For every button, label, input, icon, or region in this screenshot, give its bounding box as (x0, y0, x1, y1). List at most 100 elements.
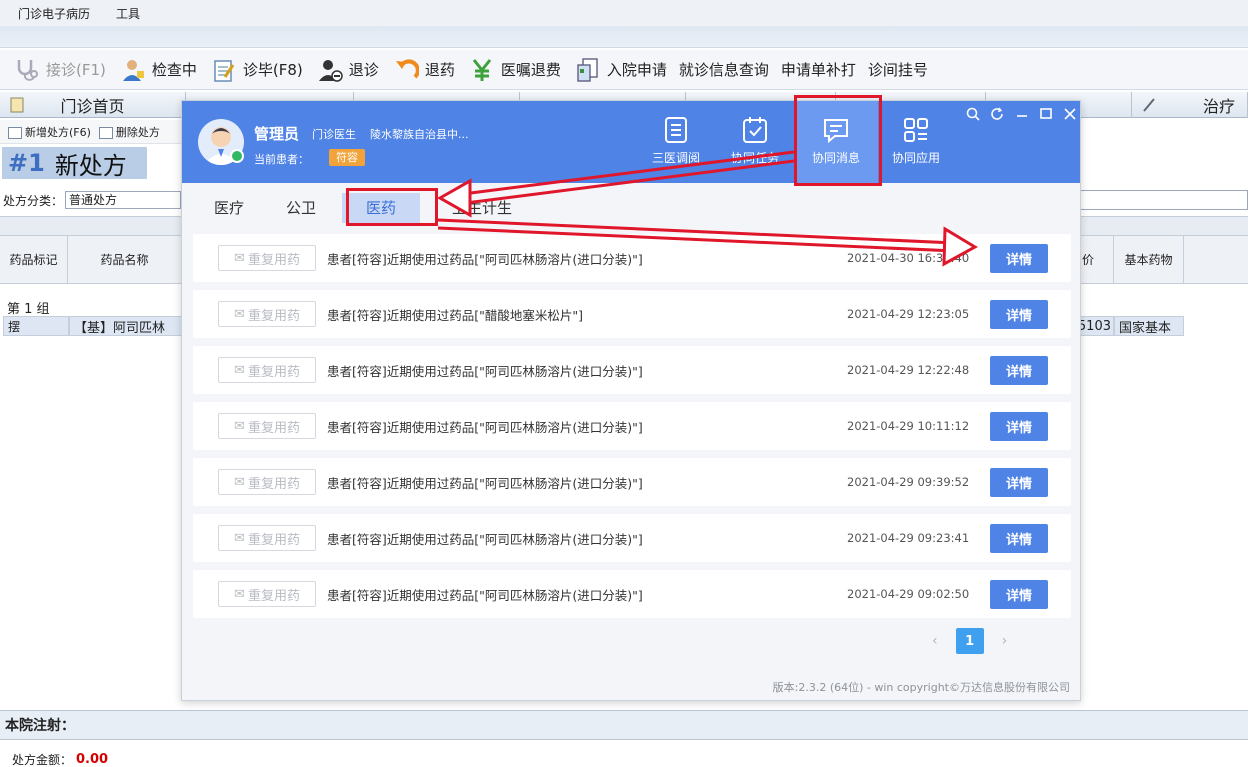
document-list-icon (665, 117, 687, 143)
patient-icon (118, 55, 148, 85)
detail-button[interactable]: 详情 (990, 524, 1048, 553)
refresh-icon[interactable] (990, 107, 1004, 121)
highlight-medicine-tab (346, 188, 438, 226)
injection-band: 本院注射： (0, 710, 1248, 740)
nav-collab-task[interactable]: 协同任务 (723, 115, 787, 171)
finish-button[interactable]: 诊毕(F8) (203, 52, 309, 88)
current-patient-label: 当前患者： (254, 153, 309, 166)
category-select[interactable]: 普通处方 (65, 191, 182, 209)
menu-tools[interactable]: 工具 (116, 5, 140, 22)
message-text: 患者[符容]近期使用过药品["阿司匹林肠溶片(进口分装)"] (327, 252, 643, 267)
in-exam-button[interactable]: 检查中 (112, 52, 203, 88)
order-refund-button[interactable]: 医嘱退费 (461, 52, 567, 88)
col-drug-name: 药品名称 (68, 236, 182, 284)
list-item: ✉ 重复用药 患者[符容]近期使用过药品["阿司匹林肠溶片(进口分装)"] 202… (193, 514, 1071, 562)
prescription-toolbar: 新增处方(F6) 删除处方 (0, 120, 190, 144)
mail-icon: ✉ (234, 362, 245, 378)
next-page-icon[interactable]: › (1002, 633, 1008, 649)
delete-icon (98, 126, 113, 139)
col-drug-mark: 药品标记 (0, 236, 68, 284)
duplicate-drug-tag: ✉ 重复用药 (218, 469, 316, 495)
collab-header: 管理员 门诊医生 陵水黎族自治县中... 当前患者： 符容 三医调阅 协同任务 … (182, 101, 1080, 183)
add-icon (8, 126, 22, 139)
duplicate-drug-tag: ✉ 重复用药 (218, 525, 316, 551)
prev-page-icon[interactable]: ‹ (932, 633, 938, 649)
detail-button[interactable]: 详情 (990, 356, 1048, 385)
receive-button[interactable]: 接诊(F1) (6, 52, 112, 88)
mail-icon: ✉ (234, 418, 245, 434)
tab-public-health[interactable]: 公卫 (276, 193, 326, 223)
tab-treatment[interactable]: 治疗 (1132, 92, 1248, 118)
prescription-title: #1 新处方 (2, 147, 147, 180)
menu-outpatient-emr[interactable]: 门诊电子病历 (18, 5, 90, 22)
clinic-registration-button[interactable]: 诊间挂号 (862, 52, 934, 88)
clipboard-icon (209, 55, 239, 85)
message-time: 2021-04-29 12:23:05 (847, 307, 970, 321)
page-icon (10, 97, 24, 113)
message-time: 2021-04-29 09:23:41 (847, 531, 970, 545)
user-role: 门诊医生 (312, 128, 356, 141)
right-field[interactable] (1080, 190, 1248, 210)
mail-icon: ✉ (234, 530, 245, 546)
detail-button[interactable]: 详情 (990, 244, 1048, 273)
mail-icon: ✉ (234, 306, 245, 322)
title-strip (0, 26, 1248, 48)
tab-health-family-planning[interactable]: 卫生计生 (442, 193, 522, 223)
user-org: 陵水黎族自治县中... (370, 128, 469, 141)
row-mark[interactable]: 摆 (3, 316, 69, 336)
nav-collab-apps[interactable]: 协同应用 (884, 115, 948, 171)
admission-request-button[interactable]: 入院申请 (567, 52, 673, 88)
col-basic-drug: 基本药物 (1114, 236, 1184, 284)
page-current[interactable]: 1 (955, 628, 984, 654)
tab-outpatient-home[interactable]: 门诊首页 (0, 92, 186, 118)
close-icon[interactable] (1063, 107, 1077, 121)
add-prescription-button[interactable]: 新增处方(F6) (8, 124, 91, 140)
list-item: ✉ 重复用药 患者[符容]近期使用过药品["阿司匹林肠溶片(进口分装)"] 202… (193, 570, 1071, 618)
col-empty (1184, 236, 1248, 284)
return-arrow-icon (391, 55, 421, 85)
maximize-icon[interactable] (1039, 107, 1053, 121)
menu-bar: 门诊电子病历 工具 (0, 0, 1248, 26)
detail-button[interactable]: 详情 (990, 468, 1048, 497)
row-price[interactable]: 5103 (1080, 316, 1114, 336)
nav-three-medical[interactable]: 三医调阅 (644, 115, 708, 171)
withdraw-visit-button[interactable]: 退诊 (309, 52, 385, 88)
row-drug-name[interactable]: 【基】阿司匹林 (69, 316, 182, 336)
detail-button[interactable]: 详情 (990, 412, 1048, 441)
detail-button[interactable]: 详情 (990, 580, 1048, 609)
list-item: ✉ 重复用药 患者[符容]近期使用过药品["醋酸地塞米松片"] 2021-04-2… (193, 290, 1071, 338)
delete-prescription-button[interactable]: 删除处方 (98, 124, 160, 140)
verified-icon (230, 149, 244, 163)
duplicate-drug-tag: ✉ 重复用药 (218, 357, 316, 383)
user-name: 管理员 (254, 125, 300, 143)
highlight-collab-message (794, 95, 882, 186)
search-icon[interactable] (966, 107, 980, 121)
duplicate-drug-tag: ✉ 重复用药 (218, 245, 316, 271)
main-toolbar: 接诊(F1) 检查中 诊毕(F8) 退诊 退药 医嘱退费 入院申请 就诊信息查询… (0, 50, 1248, 90)
apps-grid-icon (904, 118, 928, 142)
mail-icon: ✉ (234, 474, 245, 490)
reprint-request-button[interactable]: 申请单补打 (775, 52, 862, 88)
detail-button[interactable]: 详情 (990, 300, 1048, 329)
message-text: 患者[符容]近期使用过药品["阿司匹林肠溶片(进口分装)"] (327, 364, 643, 379)
group-label: 第 1 组 (7, 302, 50, 317)
collab-window: 管理员 门诊医生 陵水黎族自治县中... 当前患者： 符容 三医调阅 协同任务 … (181, 100, 1081, 701)
row-basic-drug[interactable]: 国家基本 (1114, 316, 1184, 336)
current-patient-badge: 符容 (329, 149, 365, 166)
message-text: 患者[符容]近期使用过药品["醋酸地塞米松片"] (327, 308, 584, 323)
list-item: ✉ 重复用药 患者[符容]近期使用过药品["阿司匹林肠溶片(进口分装)"] 202… (193, 458, 1071, 506)
message-text: 患者[符容]近期使用过药品["阿司匹林肠溶片(进口分装)"] (327, 420, 643, 435)
message-text: 患者[符容]近期使用过药品["阿司匹林肠溶片(进口分装)"] (327, 476, 643, 491)
user-remove-icon (315, 55, 345, 85)
message-time: 2021-04-30 16:35:40 (847, 251, 970, 265)
tab-medical[interactable]: 医疗 (204, 193, 254, 223)
message-list: ✉ 重复用药 患者[符容]近期使用过药品["阿司匹林肠溶片(进口分装)"] 202… (193, 234, 1071, 626)
duplicate-drug-tag: ✉ 重复用药 (218, 581, 316, 607)
stethoscope-icon (12, 55, 42, 85)
message-time: 2021-04-29 09:02:50 (847, 587, 970, 601)
minimize-icon[interactable] (1015, 107, 1029, 121)
visit-info-query-button[interactable]: 就诊信息查询 (673, 52, 775, 88)
duplicate-drug-tag: ✉ 重复用药 (218, 413, 316, 439)
document-icon (573, 55, 603, 85)
return-drug-button[interactable]: 退药 (385, 52, 461, 88)
